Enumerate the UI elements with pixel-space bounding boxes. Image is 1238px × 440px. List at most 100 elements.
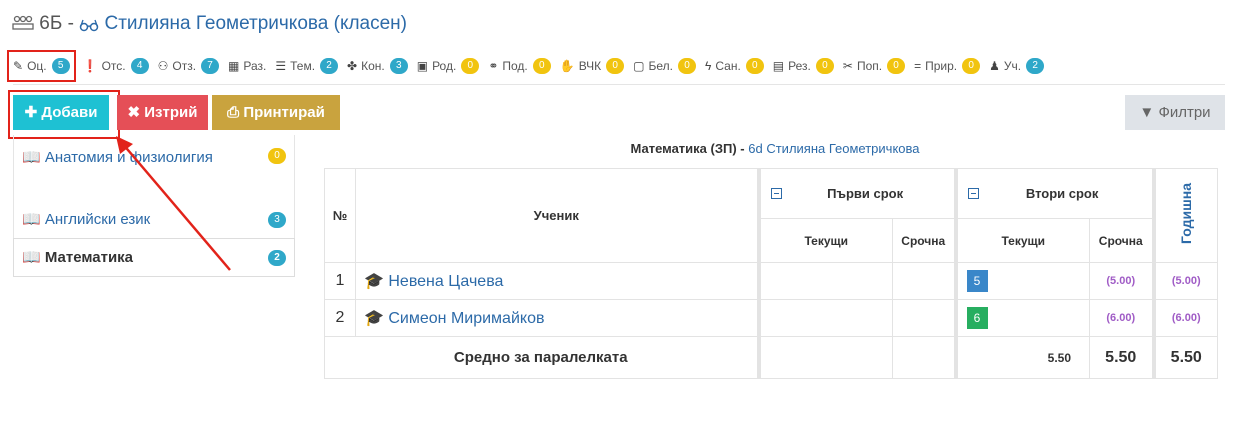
- column-number-header: №: [324, 168, 356, 263]
- term1-header: Първи срок: [756, 168, 956, 219]
- tab-parents[interactable]: ▣ Род. 0: [417, 52, 480, 80]
- term2-term-cell: (5.00): [1089, 262, 1154, 300]
- collapse-icon[interactable]: [967, 188, 979, 199]
- subject-item[interactable]: 📖 Анатомия и физиолигия 0: [13, 135, 295, 201]
- grade-badge[interactable]: 5: [966, 270, 988, 292]
- annual-cell: (5.00): [1151, 262, 1218, 300]
- tab-topics[interactable]: ☰ Тем. 2: [275, 52, 339, 80]
- glasses-icon: [79, 19, 99, 32]
- tab-badge: 4: [130, 58, 149, 74]
- section-tabs: ✎ Оц. 5 ❗ Отс. 4 ⚇ Отз. 7 ▦ Раз. ☰ Тем. …: [7, 50, 1053, 82]
- avg-annual: 5.50: [1151, 336, 1218, 379]
- book-icon: 📖: [22, 149, 41, 166]
- student-link[interactable]: 🎓 Симеон Миримайков: [355, 299, 759, 337]
- filter-button[interactable]: ▼ Филтри: [1125, 95, 1225, 130]
- tab-badge: 7: [201, 58, 220, 74]
- equals-icon: =: [914, 59, 922, 73]
- annual-header: Годишна: [1151, 168, 1218, 263]
- puzzle-icon: ✤: [347, 59, 358, 73]
- subject-item-active[interactable]: 📖 Математика 2: [13, 238, 295, 277]
- subject-label: Английски език: [44, 211, 151, 228]
- grade-badge[interactable]: 6: [966, 307, 988, 329]
- tab-vchk[interactable]: ✋ ВЧК 0: [560, 52, 625, 80]
- tab-corrections[interactable]: ✂ Поп. 0: [843, 52, 906, 80]
- collapse-icon[interactable]: [770, 188, 782, 199]
- tab-badge: 0: [606, 58, 625, 74]
- subject-label: Математика: [44, 249, 134, 266]
- table-row: 1 🎓 Невена Цачева 5 (5.00) (5.00): [324, 262, 1218, 300]
- student-link[interactable]: 🎓 Невена Цачева: [355, 262, 759, 300]
- users-icon: ⚇: [157, 59, 169, 73]
- close-icon: ✖: [127, 104, 141, 121]
- tab-feedback[interactable]: ⚇ Отз. 7: [157, 52, 220, 80]
- term2-current-cell[interactable]: 5: [953, 262, 1090, 300]
- annual-cell: (6.00): [1151, 299, 1218, 337]
- subject-item[interactable]: 📖 Английски език 3: [13, 201, 295, 238]
- tab-absences[interactable]: ❗ Отс. 4: [83, 52, 149, 80]
- book-icon: 📖: [22, 249, 41, 266]
- tab-badge: 0: [532, 58, 551, 74]
- student-icon: ♟: [989, 59, 1000, 73]
- tab-badge: 0: [887, 58, 906, 74]
- tab-students[interactable]: ♟ Уч. 2: [989, 52, 1045, 80]
- tab-support[interactable]: ⚭ Под. 0: [488, 52, 551, 80]
- tab-schedule[interactable]: ▦ Раз.: [228, 52, 266, 80]
- tabs-divider: [13, 84, 1225, 85]
- table-title: Математика (ЗП) - 6d Стилияна Геометричк…: [630, 141, 920, 156]
- tab-badge: 0: [962, 58, 981, 74]
- term1-term-cell[interactable]: [892, 299, 956, 337]
- term1-current-cell[interactable]: [756, 299, 893, 337]
- page-title: 6Б - Стилияна Геометричкова (класен): [12, 13, 407, 35]
- filter-icon: ▼: [1139, 104, 1155, 121]
- subject-teacher-link[interactable]: Стилияна Геометричкова: [766, 141, 919, 156]
- tab-badge: 2: [320, 58, 339, 74]
- avg-term2-current: 5.50: [953, 336, 1090, 379]
- tab-grades[interactable]: ✎ Оц. 5: [7, 50, 76, 82]
- class-teacher-link[interactable]: Стилияна Геометричкова (класен): [105, 13, 408, 34]
- term2-term-header: Срочна: [1089, 218, 1154, 263]
- term1-term-cell[interactable]: [892, 262, 956, 300]
- column-student-header: Ученик: [355, 168, 759, 263]
- subject-label: Анатомия и физиолигия: [44, 149, 213, 166]
- term1-current-cell[interactable]: [756, 262, 893, 300]
- term1-term-header: Срочна: [892, 218, 956, 263]
- tab-results[interactable]: ▤ Рез. 0: [773, 52, 834, 80]
- student-icon: 🎓: [364, 273, 384, 290]
- result-icon: ▤: [772, 59, 785, 73]
- term2-term-cell: (6.00): [1089, 299, 1154, 337]
- note-icon: ▢: [633, 59, 645, 73]
- tab-tests[interactable]: ✤ Кон. 3: [347, 52, 408, 80]
- bolt-icon: ϟ: [705, 59, 712, 73]
- term2-header: Втори срок: [953, 168, 1154, 219]
- tab-badge: 0: [678, 58, 696, 74]
- avg-term2-term: 5.50: [1089, 336, 1154, 379]
- class-group-icon: [12, 15, 34, 30]
- term2-current-header: Текущи: [953, 218, 1090, 263]
- delete-button[interactable]: ✖ Изтрий: [117, 95, 208, 130]
- book-icon: 📖: [22, 211, 41, 228]
- grades-table: № Ученик Първи срок Втори срок Годишна Т…: [324, 168, 1218, 379]
- class-name: 6Б: [39, 13, 63, 34]
- list-icon: ☰: [275, 59, 287, 73]
- handshake-icon: ⚭: [488, 59, 499, 73]
- highlight-box: [8, 90, 120, 139]
- tab-badge: 0: [745, 58, 764, 74]
- exclamation-icon: ❗: [82, 59, 98, 73]
- glasses-icon: 6d: [748, 141, 763, 156]
- print-button[interactable]: ⎙ Принтирай: [212, 95, 340, 130]
- tab-badge: 3: [389, 58, 408, 74]
- student-icon: 🎓: [364, 310, 384, 327]
- subject-badge: 0: [268, 148, 286, 164]
- subject-badge: 3: [268, 212, 286, 228]
- subject-list: 📖 Анатомия и физиолигия 0 📖 Английски ез…: [13, 135, 295, 277]
- tab-notes[interactable]: ▢ Бел. 0: [633, 52, 696, 80]
- tab-sanctions[interactable]: ϟ Сан. 0: [705, 52, 764, 80]
- tab-badge: 2: [1026, 58, 1045, 74]
- tab-additions[interactable]: = Прир. 0: [914, 52, 981, 80]
- tab-badge: 0: [815, 58, 834, 74]
- calendar-icon: ▣: [416, 59, 429, 73]
- tab-badge: 0: [461, 58, 480, 74]
- pencil-icon: ✎: [13, 59, 24, 73]
- term2-current-cell[interactable]: 6: [953, 299, 1090, 337]
- term1-current-header: Текущи: [756, 218, 893, 263]
